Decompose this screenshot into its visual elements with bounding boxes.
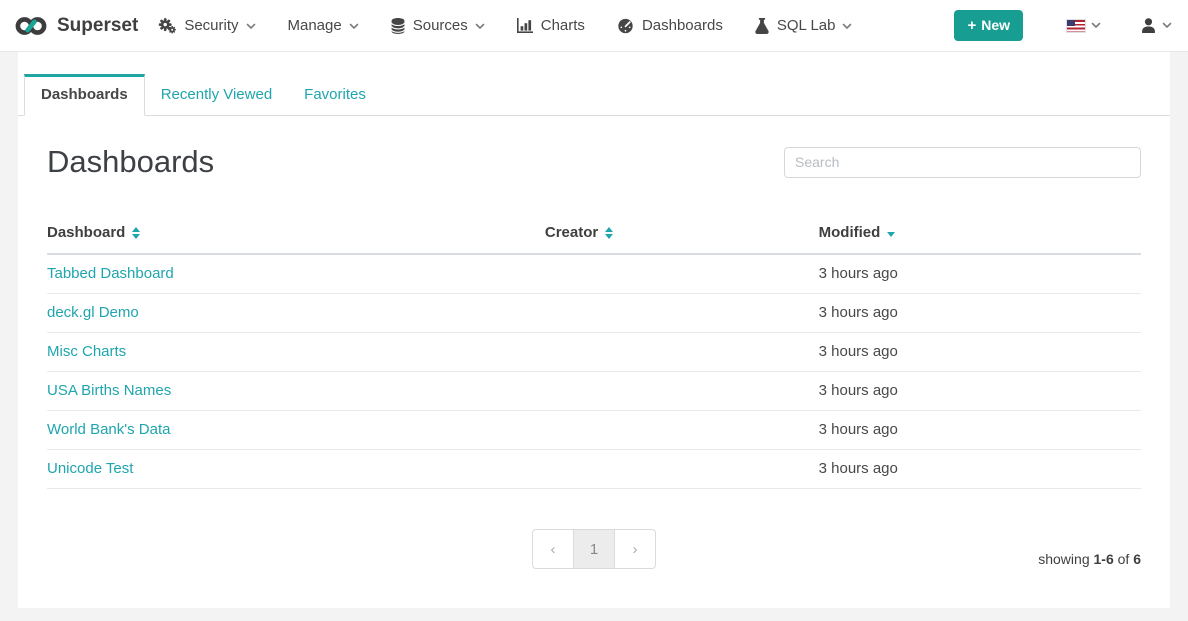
menu-label: SQL Lab	[777, 17, 836, 34]
menu-sql-lab[interactable]: SQL Lab	[739, 0, 869, 52]
menu-label: Security	[184, 17, 238, 34]
dashboard-link[interactable]: World Bank's Data	[47, 421, 170, 438]
modified-cell: 3 hours ago	[819, 460, 1141, 477]
table-row: Misc Charts 3 hours ago	[47, 333, 1141, 372]
superset-logo-icon	[14, 14, 48, 38]
sort-desc-icon	[887, 232, 895, 237]
chevron-down-icon	[246, 23, 256, 30]
pagination-page-1-button[interactable]: 1	[573, 529, 615, 569]
modified-cell: 3 hours ago	[819, 304, 1141, 321]
us-flag-icon	[1067, 20, 1085, 32]
dashboard-link[interactable]: Tabbed Dashboard	[47, 265, 174, 282]
cogs-icon	[158, 17, 176, 34]
showing-prefix: showing	[1038, 551, 1089, 567]
main-menu: Security Manage Sources	[142, 0, 868, 52]
database-icon	[391, 18, 405, 34]
brand-label: Superset	[57, 15, 138, 37]
new-button[interactable]: + New	[954, 10, 1023, 41]
tab-bar: Dashboards Recently Viewed Favorites	[18, 52, 1170, 116]
page-header: Dashboards	[47, 144, 1141, 180]
column-header-creator[interactable]: Creator	[545, 224, 819, 241]
modified-cell: 3 hours ago	[819, 382, 1141, 399]
table-row: deck.gl Demo 3 hours ago	[47, 294, 1141, 333]
chevron-down-icon	[349, 23, 359, 30]
column-header-dashboard[interactable]: Dashboard	[47, 224, 545, 241]
flask-icon	[755, 18, 769, 34]
table-row: Tabbed Dashboard 3 hours ago	[47, 255, 1141, 294]
search-input[interactable]	[784, 147, 1141, 178]
chevron-down-icon	[842, 23, 852, 30]
dashboard-link[interactable]: Unicode Test	[47, 460, 133, 477]
content-area: Dashboards Dashboard Creator Modified Ta…	[18, 144, 1170, 621]
tab-favorites[interactable]: Favorites	[288, 74, 382, 115]
bar-chart-icon	[517, 18, 533, 33]
menu-sources[interactable]: Sources	[375, 0, 501, 52]
dashboard-link[interactable]: deck.gl Demo	[47, 304, 139, 321]
menu-label: Dashboards	[642, 17, 723, 34]
top-navbar: Superset	[0, 0, 1188, 52]
menu-security[interactable]: Security	[142, 0, 271, 52]
user-menu[interactable]	[1141, 18, 1172, 33]
menu-label: Charts	[541, 17, 585, 34]
menu-dashboards[interactable]: Dashboards	[601, 0, 739, 52]
tab-dashboards[interactable]: Dashboards	[24, 74, 145, 116]
language-selector[interactable]	[1067, 20, 1101, 32]
column-label: Dashboard	[47, 224, 125, 241]
menu-label: Sources	[413, 17, 468, 34]
column-label: Creator	[545, 224, 598, 241]
menu-charts[interactable]: Charts	[501, 0, 601, 52]
column-header-modified[interactable]: Modified	[819, 224, 1141, 241]
pagination-prev-button[interactable]: ‹	[532, 529, 574, 569]
menu-label: Manage	[288, 17, 342, 34]
sort-icon	[132, 227, 140, 239]
new-button-label: New	[981, 17, 1010, 33]
gauge-icon	[617, 18, 634, 34]
navbar-right: + New	[954, 10, 1172, 41]
modified-cell: 3 hours ago	[819, 343, 1141, 360]
dashboard-link[interactable]: USA Births Names	[47, 382, 171, 399]
chevron-down-icon	[1091, 22, 1101, 29]
dashboard-link[interactable]: Misc Charts	[47, 343, 126, 360]
table-row: USA Births Names 3 hours ago	[47, 372, 1141, 411]
pagination: ‹ 1 ›	[47, 529, 1141, 569]
table-header-row: Dashboard Creator Modified	[47, 212, 1141, 255]
plus-icon: +	[967, 18, 976, 33]
column-label: Modified	[819, 224, 881, 241]
chevron-down-icon	[475, 23, 485, 30]
pagination-next-button[interactable]: ›	[614, 529, 656, 569]
superset-brand[interactable]: Superset	[14, 14, 138, 38]
showing-of: of	[1118, 551, 1130, 567]
table-row: World Bank's Data 3 hours ago	[47, 411, 1141, 450]
tab-recently-viewed[interactable]: Recently Viewed	[145, 74, 288, 115]
menu-manage[interactable]: Manage	[272, 0, 375, 52]
modified-cell: 3 hours ago	[819, 265, 1141, 282]
modified-cell: 3 hours ago	[819, 421, 1141, 438]
sort-icon	[605, 227, 613, 239]
showing-range: 1-6	[1094, 551, 1114, 567]
main-panel: Dashboards Recently Viewed Favorites Das…	[18, 52, 1170, 608]
showing-summary: showing 1-6 of 6	[1038, 551, 1141, 567]
user-icon	[1141, 18, 1156, 33]
table-row: Unicode Test 3 hours ago	[47, 450, 1141, 489]
showing-total: 6	[1133, 551, 1141, 567]
chevron-down-icon	[1162, 22, 1172, 29]
table-footer: showing 1-6 of 6 ‹ 1 ›	[47, 529, 1141, 621]
page-title: Dashboards	[47, 144, 214, 180]
